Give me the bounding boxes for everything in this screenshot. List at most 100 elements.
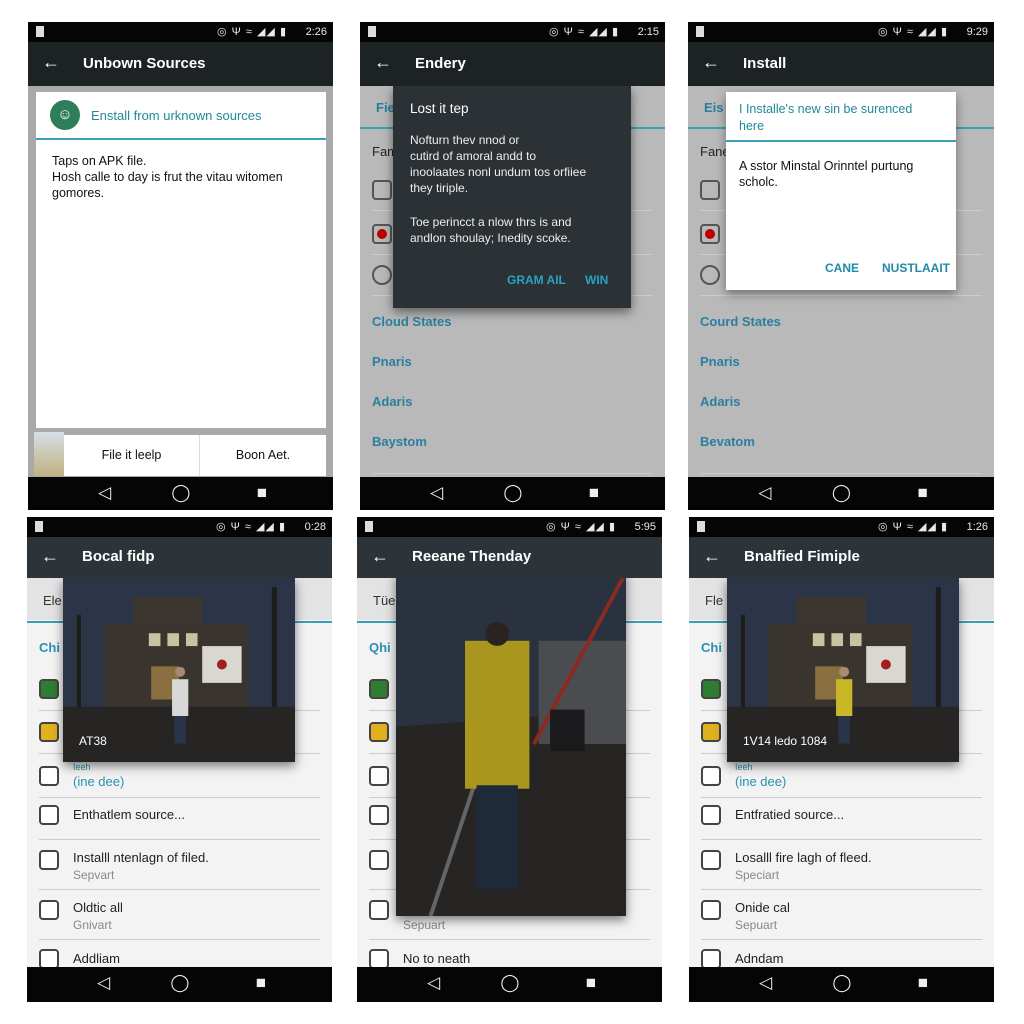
dialog-title: Lost it tep (410, 101, 469, 116)
list-item-title[interactable]: Installl ntenlagn of filed. (73, 850, 209, 865)
character-legs (174, 716, 186, 744)
status-bar: ◎ Ψ ≈ ◢◢ ▮ 1:26 (689, 517, 994, 537)
item-link[interactable]: (ine dee) (735, 774, 786, 789)
home-circle-icon[interactable]: ◯ (171, 483, 190, 503)
billboard-logo (216, 659, 227, 670)
list-item-title[interactable]: Losalll fire lagh of fleed. (735, 850, 872, 865)
image-caption: 1V14 ledo 1084 (743, 734, 828, 748)
list-item-title[interactable]: No to neath (403, 951, 470, 966)
tab-label[interactable]: Ele (43, 593, 62, 608)
item-link[interactable]: (ine dee) (73, 774, 124, 789)
back-arrow-icon[interactable]: ← (371, 546, 389, 567)
list-item-title[interactable]: Entfratied source... (735, 807, 844, 822)
navigation-bar: ◁ ◯ ■ (28, 477, 333, 510)
settings-link[interactable]: Pnaris (372, 354, 412, 369)
app-icon-yellow (369, 722, 389, 742)
recents-square-icon[interactable]: ■ (918, 483, 928, 503)
window (185, 633, 198, 647)
back-triangle-icon[interactable]: ◁ (758, 483, 771, 503)
status-bar: ◎ Ψ ≈ ◢◢ ▮ 2:26 (28, 22, 333, 42)
palm-tree (740, 614, 745, 707)
cane-button[interactable]: CANE (825, 261, 859, 275)
back-arrow-icon[interactable]: ← (41, 546, 59, 567)
list-item-subtitle: Sepvart (73, 868, 115, 882)
back-arrow-icon[interactable]: ← (703, 546, 721, 567)
shield-icon (701, 805, 721, 825)
recents-square-icon[interactable]: ■ (256, 973, 266, 993)
palm-tree (76, 614, 81, 707)
home-circle-icon[interactable]: ◯ (500, 973, 519, 993)
home-circle-icon[interactable]: ◯ (503, 483, 522, 503)
back-arrow-icon[interactable]: ← (374, 52, 392, 73)
storage-icon (701, 949, 721, 969)
back-triangle-icon[interactable]: ◁ (430, 483, 443, 503)
record-icon (700, 224, 720, 244)
settings-link[interactable]: Baystom (372, 434, 427, 449)
list-item-title[interactable]: Enthatlem source... (73, 807, 185, 822)
back-triangle-icon[interactable]: ◁ (97, 973, 110, 993)
recents-square-icon[interactable]: ■ (589, 483, 599, 503)
list-item-subtitle: Sepuart (735, 918, 778, 932)
phone-screen-3: Eis Fane Courd States Pnaris Adaris Bevatom I … (688, 22, 994, 510)
tab-label[interactable]: Fie (376, 100, 395, 115)
settings-link[interactable]: Adaris (700, 394, 740, 409)
navigation-bar: ◁ ◯ ■ (688, 477, 994, 510)
record-icon (372, 224, 392, 244)
list-item-title[interactable]: Onide cal (735, 900, 790, 915)
settings-link[interactable]: Adaris (372, 394, 412, 409)
list-item-title[interactable]: Adndam (735, 951, 783, 966)
recents-square-icon[interactable]: ■ (257, 483, 267, 503)
status-time: 5:95 (634, 521, 656, 533)
phone-screen-2: Fie Fam Cloud States Pnaris Adaris Baystom Los… (360, 22, 665, 510)
back-triangle-icon[interactable]: ◁ (98, 483, 111, 503)
gram-ail-button[interactable]: GRAM AIL (507, 273, 566, 287)
recents-square-icon[interactable]: ■ (918, 973, 928, 993)
section-label: Chi (39, 640, 60, 655)
dialog-dark: Lost it tep Nofturn thev nnod or cutird of… (393, 86, 631, 308)
window (167, 633, 179, 647)
home-circle-icon[interactable]: ◯ (170, 973, 189, 993)
app-bar-title: Endery (415, 55, 466, 72)
settings-link[interactable]: Cloud States (372, 314, 451, 329)
app-bar: ← Bnalfied Fimiple (689, 537, 994, 578)
sim-icon (36, 26, 44, 37)
list-item-title[interactable]: Addliam (73, 951, 120, 966)
recents-square-icon[interactable]: ■ (586, 973, 596, 993)
shield-icon (39, 805, 59, 825)
app-icon-green (369, 679, 389, 699)
game-screenshot[interactable]: 1V14 ledo 1084 (727, 578, 959, 762)
game-screenshot[interactable]: AT38 (63, 578, 295, 762)
file-help-button[interactable]: File it leelp (64, 435, 200, 476)
settings-link[interactable]: Pnaris (700, 354, 740, 369)
navigation-bar: ◁ ◯ ■ (360, 477, 665, 510)
nustlaait-button[interactable]: NUSTLAAIT (882, 261, 950, 275)
tab-label[interactable]: Eis (704, 100, 724, 115)
section-label: Chi (701, 640, 722, 655)
list-item-subtitle: Speciart (735, 868, 780, 882)
divider (700, 473, 982, 474)
game-screenshot[interactable] (396, 572, 626, 916)
back-arrow-icon[interactable]: ← (42, 52, 60, 73)
app-bar: ← Install (688, 42, 994, 86)
list-item-subtitle: Sepuart (403, 918, 446, 932)
dialog-text: inoolaates nonl undum tos orfiiee (410, 165, 587, 179)
tab-label[interactable]: Fle (705, 593, 723, 608)
home-circle-icon[interactable]: ◯ (832, 973, 851, 993)
back-triangle-icon[interactable]: ◁ (427, 973, 440, 993)
win-button[interactable]: WIN (585, 273, 608, 287)
sim-icon (35, 521, 43, 532)
back-arrow-icon[interactable]: ← (702, 52, 720, 73)
navigation-bar: ◁ ◯ ■ (357, 967, 662, 1002)
tab-label[interactable]: Tüe (373, 593, 395, 608)
badge-icon (372, 265, 392, 285)
dialog-text: A sstor Minstal Orinntel purtung (739, 159, 914, 173)
list-item-title[interactable]: Oldtic all (73, 900, 123, 915)
status-time: 9:29 (966, 26, 988, 38)
back-triangle-icon[interactable]: ◁ (759, 973, 772, 993)
boon-aet-button[interactable]: Boon Aet. (200, 435, 326, 476)
settings-link[interactable]: Bevatom (700, 434, 755, 449)
divider (701, 939, 982, 940)
billboard-logo (880, 659, 891, 670)
settings-link[interactable]: Courd States (700, 314, 781, 329)
home-circle-icon[interactable]: ◯ (832, 483, 851, 503)
